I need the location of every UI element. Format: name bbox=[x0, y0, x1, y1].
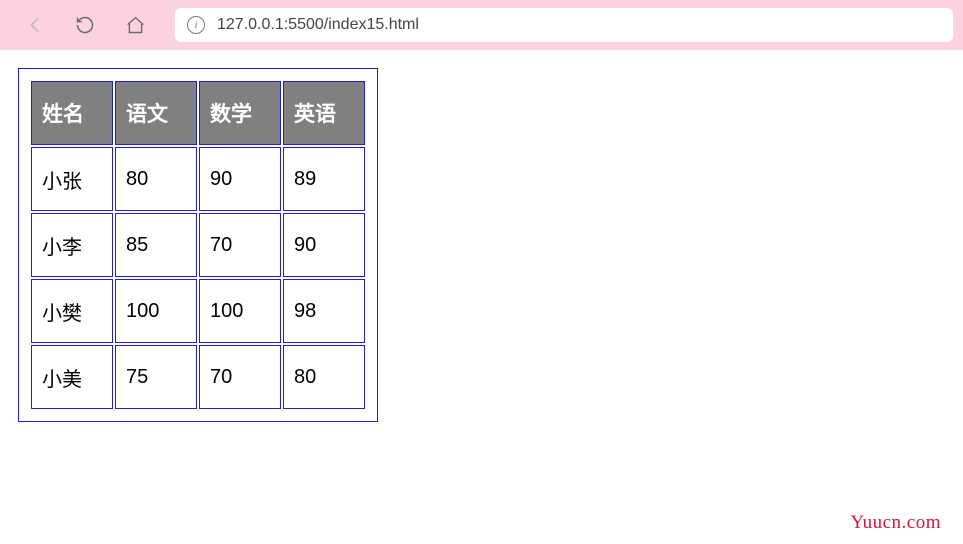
cell-value: 75 bbox=[115, 345, 197, 409]
home-button[interactable] bbox=[110, 0, 160, 50]
cell-name: 小美 bbox=[31, 345, 113, 409]
col-name: 姓名 bbox=[31, 81, 113, 145]
refresh-icon bbox=[75, 15, 95, 35]
cell-name: 小樊 bbox=[31, 279, 113, 343]
cell-value: 70 bbox=[199, 345, 281, 409]
cell-value: 100 bbox=[115, 279, 197, 343]
cell-name: 小张 bbox=[31, 147, 113, 211]
table-row: 小美 75 70 80 bbox=[31, 345, 365, 409]
url-text: 127.0.0.1:5500/index15.html bbox=[217, 16, 419, 34]
cell-value: 90 bbox=[283, 213, 365, 277]
arrow-left-icon bbox=[24, 14, 46, 36]
browser-toolbar: i 127.0.0.1:5500/index15.html bbox=[0, 0, 963, 50]
table-row: 小张 80 90 89 bbox=[31, 147, 365, 211]
table-row: 小李 85 70 90 bbox=[31, 213, 365, 277]
col-yuwen: 语文 bbox=[115, 81, 197, 145]
cell-value: 80 bbox=[283, 345, 365, 409]
cell-value: 90 bbox=[199, 147, 281, 211]
cell-value: 85 bbox=[115, 213, 197, 277]
info-icon: i bbox=[187, 16, 205, 34]
cell-value: 98 bbox=[283, 279, 365, 343]
address-bar[interactable]: i 127.0.0.1:5500/index15.html bbox=[175, 8, 953, 42]
back-button[interactable] bbox=[10, 0, 60, 50]
scores-table: 姓名 语文 数学 英语 小张 80 90 89 小李 85 70 90 bbox=[29, 79, 367, 411]
table-container: 姓名 语文 数学 英语 小张 80 90 89 小李 85 70 90 bbox=[18, 68, 378, 422]
col-shuxue: 数学 bbox=[199, 81, 281, 145]
page-content: 姓名 语文 数学 英语 小张 80 90 89 小李 85 70 90 bbox=[0, 50, 963, 445]
watermark: Yuucn.com bbox=[850, 512, 941, 534]
cell-value: 80 bbox=[115, 147, 197, 211]
table-header-row: 姓名 语文 数学 英语 bbox=[31, 81, 365, 145]
refresh-button[interactable] bbox=[60, 0, 110, 50]
cell-value: 100 bbox=[199, 279, 281, 343]
cell-value: 70 bbox=[199, 213, 281, 277]
col-yingyu: 英语 bbox=[283, 81, 365, 145]
cell-value: 89 bbox=[283, 147, 365, 211]
home-icon bbox=[125, 15, 146, 36]
table-row: 小樊 100 100 98 bbox=[31, 279, 365, 343]
cell-name: 小李 bbox=[31, 213, 113, 277]
